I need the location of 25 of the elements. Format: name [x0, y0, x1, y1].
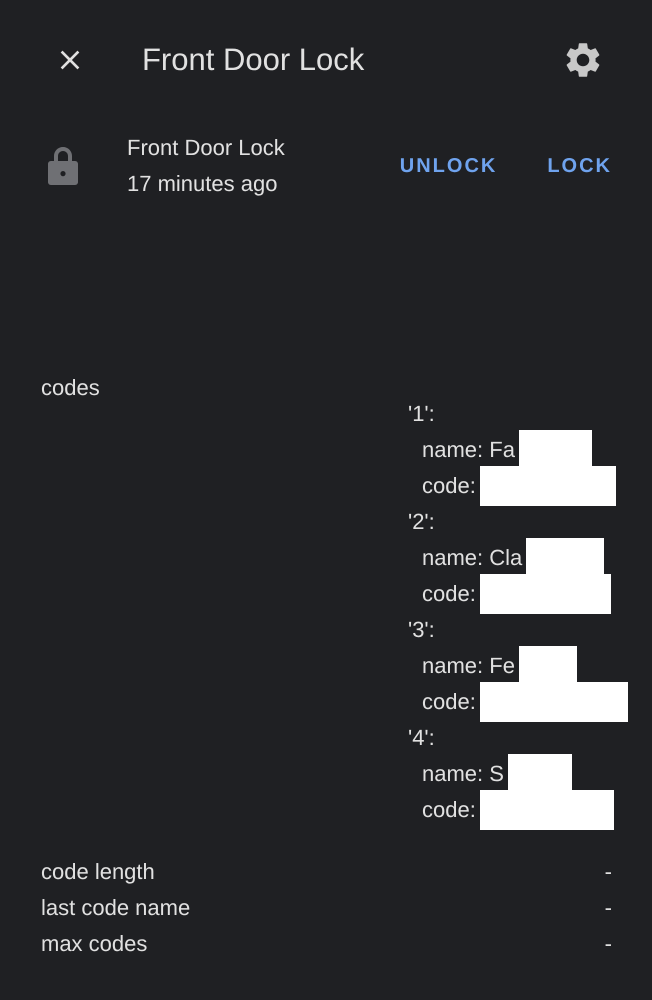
code-field: code:: [422, 792, 476, 828]
dialog-title: Front Door Lock: [142, 40, 366, 79]
entity-name: Front Door Lock: [127, 134, 286, 162]
last-changed-text: 17 minutes ago: [127, 170, 278, 198]
attribute-label: last code name: [41, 894, 190, 922]
attribute-value: -: [604, 930, 612, 958]
code-field: code:: [422, 684, 476, 720]
lock-icon: [46, 147, 80, 185]
code-field: name: Fe: [422, 648, 515, 684]
code-key: '3':: [408, 612, 435, 648]
attribute-value: -: [604, 894, 612, 922]
code-field: code:: [422, 468, 476, 504]
code-key: '4':: [408, 720, 435, 756]
code-field: code:: [422, 576, 476, 612]
code-field: name: Cla: [422, 540, 522, 576]
code-field: name: Fa: [422, 432, 515, 468]
action-button[interactable]: LOCK: [547, 145, 612, 187]
attribute-value: -: [604, 858, 612, 886]
code-field: name: S: [422, 756, 504, 792]
attribute-label: codes: [41, 374, 100, 402]
attribute-label: max codes: [41, 930, 148, 958]
code-key: '1':: [408, 396, 435, 432]
attribute-label: code length: [41, 858, 155, 886]
action-button[interactable]: UNLOCK: [400, 145, 498, 187]
code-key: '2':: [408, 504, 435, 540]
